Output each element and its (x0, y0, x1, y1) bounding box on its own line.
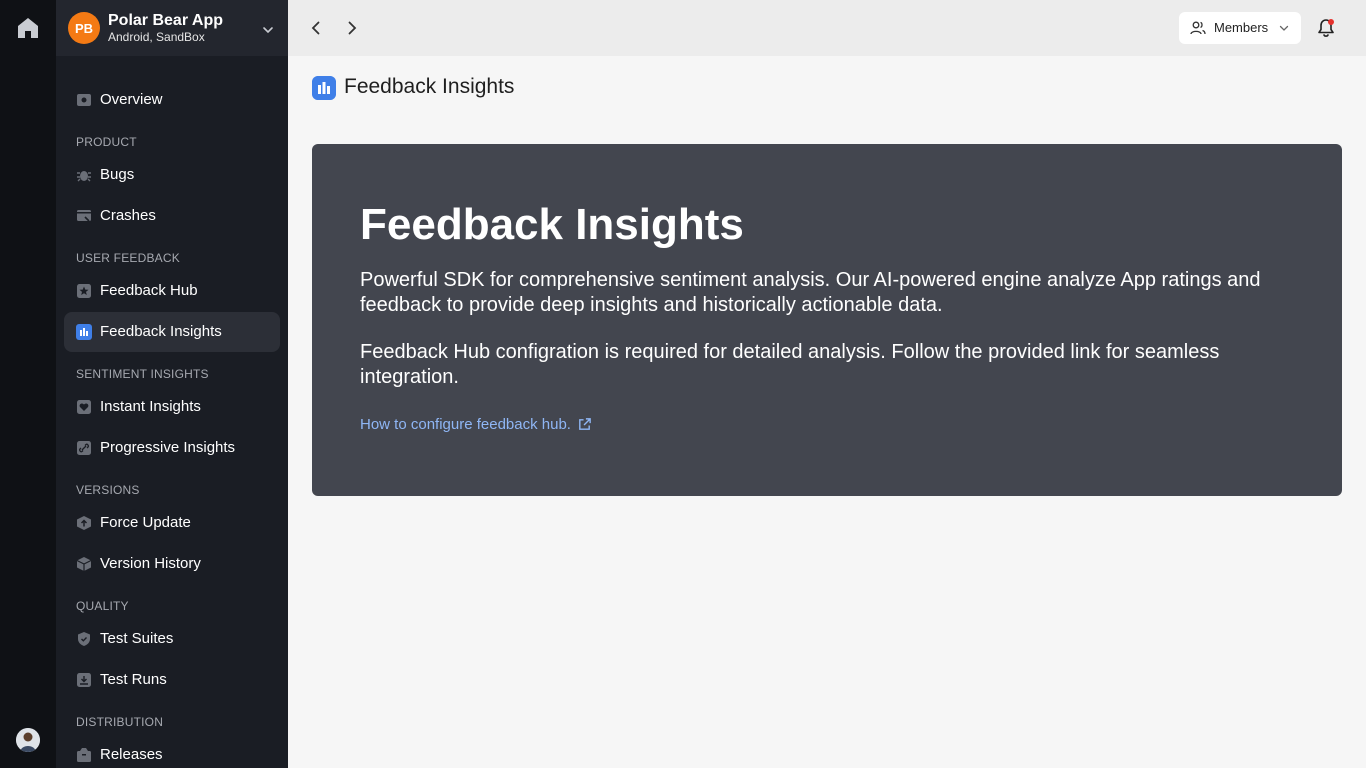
shield-icon (78, 632, 90, 646)
members-dropdown[interactable]: Members (1179, 12, 1301, 44)
sidebar-item-test-runs[interactable]: Test Runs (64, 660, 280, 700)
card-description: Powerful SDK for comprehensive sentiment… (360, 269, 1261, 316)
section-sentiment-insights: SENTIMENT INSIGHTS (76, 367, 209, 381)
package-icon (76, 557, 92, 571)
sidebar-item-force-update[interactable]: Force Update (64, 503, 280, 543)
upload-icon (77, 516, 91, 530)
link-label: How to configure feedback hub. (360, 416, 571, 433)
chevron-down-icon (263, 27, 273, 34)
download-icon (77, 673, 91, 687)
sidebar-item-label: Releases (100, 746, 163, 763)
chevron-down-icon (1279, 25, 1289, 31)
sidebar-item-instant-insights[interactable]: Instant Insights (64, 387, 280, 427)
section-versions: VERSIONS (76, 483, 140, 497)
sidebar-item-label: Feedback Insights (100, 323, 222, 340)
sidebar-item-label: Bugs (100, 166, 135, 183)
page-title: Feedback Insights (344, 75, 515, 98)
sidebar-item-progressive-insights[interactable]: Progressive Insights (64, 428, 280, 468)
external-link-icon (579, 418, 591, 430)
sidebar-item-label: Crashes (100, 207, 156, 224)
releases-icon (77, 748, 91, 762)
sidebar-item-label: Force Update (100, 514, 191, 531)
configure-feedback-hub-link[interactable]: How to configure feedback hub. (360, 416, 592, 433)
sidebar: PB Polar Bear App Android, SandBox Overv… (56, 0, 288, 768)
section-product: PRODUCT (76, 135, 137, 149)
bar-chart-icon (76, 324, 92, 340)
bar-chart-icon (312, 76, 336, 100)
crash-icon (77, 210, 91, 222)
sidebar-item-label: Progressive Insights (100, 439, 236, 456)
sidebar-item-label: Instant Insights (100, 398, 201, 415)
back-arrow-icon[interactable] (306, 18, 326, 38)
sidebar-item-feedback-hub[interactable]: Feedback Hub (64, 271, 280, 311)
sidebar-item-overview[interactable]: Overview (64, 80, 280, 120)
app-platform: Android, SandBox (108, 30, 205, 44)
forward-arrow-icon[interactable] (342, 18, 362, 38)
app-badge: PB (68, 12, 100, 44)
sidebar-item-crashes[interactable]: Crashes (64, 196, 280, 236)
top-bar: Members (288, 0, 1366, 56)
sidebar-item-label: Overview (100, 91, 163, 108)
sidebar-item-releases[interactable]: Releases (64, 735, 280, 768)
bug-icon (77, 171, 91, 182)
card-title: Feedback Insights (360, 200, 744, 249)
home-icon[interactable] (16, 16, 40, 40)
app-switcher[interactable]: PB Polar Bear App Android, SandBox (56, 0, 288, 56)
section-distribution: DISTRIBUTION (76, 715, 164, 729)
sidebar-item-label: Feedback Hub (100, 282, 198, 299)
app-name: Polar Bear App (108, 12, 223, 29)
section-user-feedback: USER FEEDBACK (76, 251, 180, 265)
overview-icon (77, 94, 91, 106)
star-icon (77, 284, 91, 298)
sidebar-item-label: Test Suites (100, 630, 174, 647)
info-card: Feedback Insights Powerful SDK for compr… (312, 144, 1342, 496)
sidebar-item-label: Version History (100, 555, 201, 572)
sidebar-item-version-history[interactable]: Version History (64, 544, 280, 584)
user-avatar[interactable] (16, 728, 40, 752)
members-label: Members (1214, 20, 1269, 35)
sidebar-item-label: Test Runs (100, 671, 167, 688)
link-icon (77, 441, 91, 455)
sidebar-item-feedback-insights[interactable]: Feedback Insights (64, 312, 280, 352)
notification-bell-icon[interactable] (1316, 17, 1336, 39)
sidebar-item-test-suites[interactable]: Test Suites (64, 619, 280, 659)
section-quality: QUALITY (76, 599, 129, 613)
heart-icon (77, 400, 91, 414)
users-icon (1190, 21, 1206, 35)
sidebar-item-bugs[interactable]: Bugs (64, 155, 280, 195)
left-rail (0, 0, 56, 768)
card-requirement-note: Feedback Hub configration is required fo… (360, 341, 1220, 388)
